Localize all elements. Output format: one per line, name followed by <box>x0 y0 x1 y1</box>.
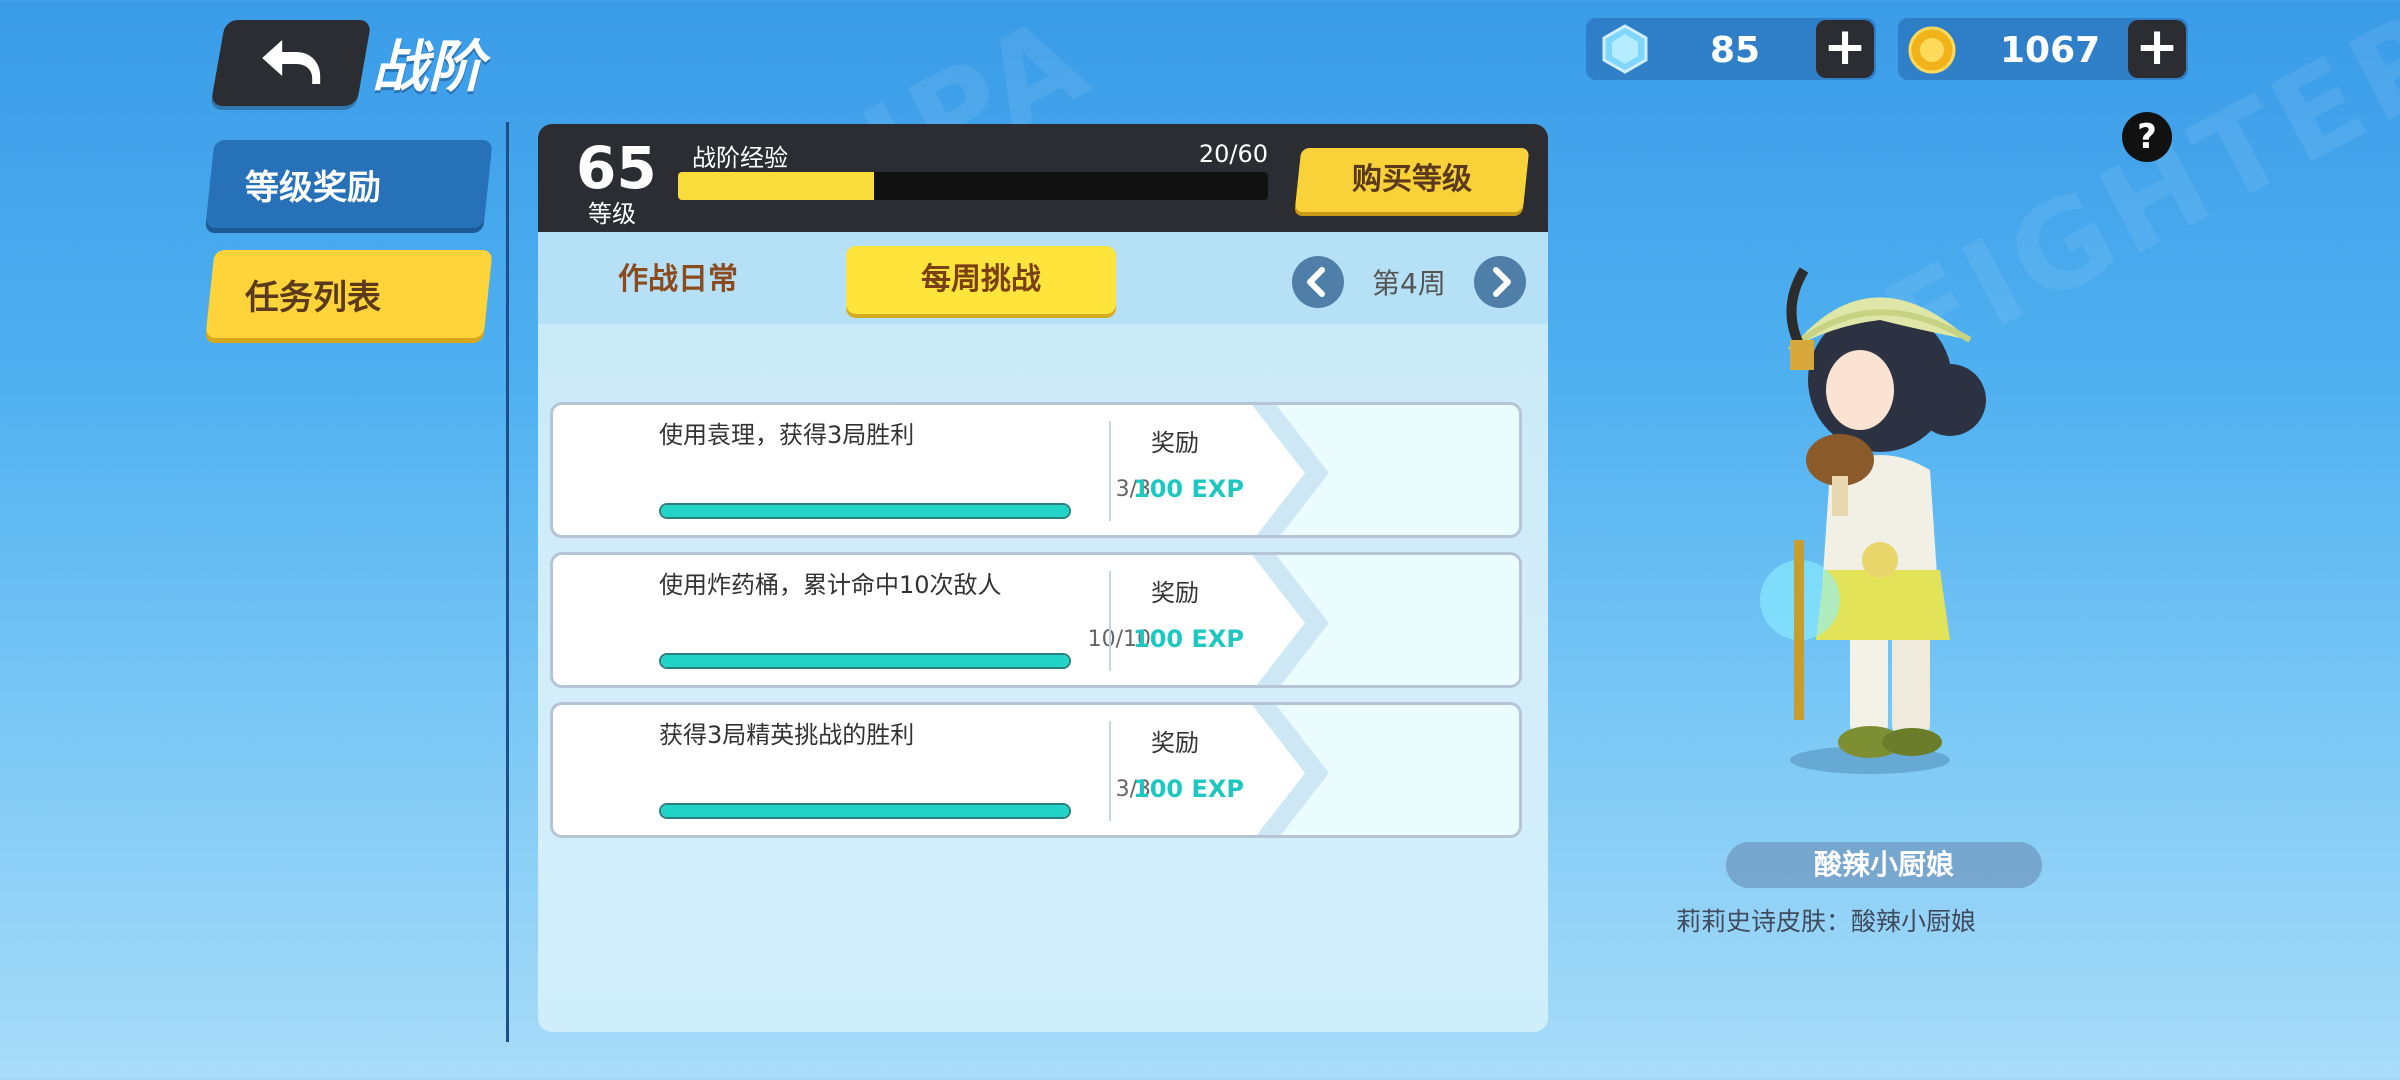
task-title: 使用炸药桶，累计命中10次敌人 <box>659 571 1002 599</box>
sidebar-item-label: 等级奖励 <box>244 168 381 208</box>
character-name: 酸辣小厨娘 <box>1726 842 2042 888</box>
task-divider <box>1109 721 1111 821</box>
week-label: 第4周 <box>1372 267 1446 300</box>
task-progress-bar <box>659 503 1071 519</box>
task-card: 使用炸药桶，累计命中10次敌人 10/10 奖励 100 EXP <box>550 552 1522 688</box>
chevron-left-icon <box>1307 267 1325 297</box>
reward-label: 奖励 <box>1151 579 1199 607</box>
prev-week-button[interactable] <box>1292 256 1344 308</box>
tab-daily[interactable]: 作战日常 <box>598 246 758 314</box>
buy-level-button[interactable]: 购买等级 <box>1294 148 1530 212</box>
reward-label: 奖励 <box>1151 729 1199 757</box>
task-panel: 65 等级 战阶经验 20/60 购买等级 作战日常 每周挑战 第4周 使用袁理… <box>538 124 1548 1032</box>
coin-currency: 1067 + <box>1898 18 2188 80</box>
back-button[interactable] <box>210 20 372 106</box>
level-header: 65 等级 战阶经验 20/60 购买等级 <box>538 124 1548 232</box>
task-progress-fill <box>661 805 1069 817</box>
task-progress-bar <box>659 653 1071 669</box>
task-card: 使用袁理，获得3局胜利 3/3 奖励 100 EXP <box>550 402 1522 538</box>
gem-amount: 85 <box>1710 30 1761 71</box>
exp-progress-fill <box>678 172 875 200</box>
add-coins-button[interactable]: + <box>2128 20 2186 78</box>
reward-value: 100 EXP <box>1133 475 1244 503</box>
coin-amount: 1067 <box>2000 30 2101 71</box>
exp-progress-bar <box>678 172 1268 200</box>
sidebar-divider <box>506 122 509 1042</box>
task-card: 获得3局精英挑战的胜利 3/3 奖励 100 EXP <box>550 702 1522 838</box>
sidebar-item-level-rewards[interactable]: 等级奖励 <box>205 140 493 228</box>
help-button[interactable]: ? <box>2122 112 2172 162</box>
reward-value: 100 EXP <box>1133 625 1244 653</box>
task-progress-bar <box>659 803 1071 819</box>
sidebar-item-label: 任务列表 <box>244 278 381 318</box>
task-count: 3/3 <box>1115 777 1151 802</box>
character-model <box>1760 267 1986 774</box>
sidebar-item-task-list[interactable]: 任务列表 <box>205 250 493 338</box>
task-title: 获得3局精英挑战的胜利 <box>659 721 915 749</box>
reward-label: 奖励 <box>1151 429 1199 457</box>
task-count: 3/3 <box>1115 477 1151 502</box>
level-number: 65 <box>576 134 657 202</box>
buy-level-label: 购买等级 <box>1352 162 1472 197</box>
character-description: 莉莉史诗皮肤：酸辣小厨娘 <box>1676 907 1977 936</box>
exp-value: 20/60 <box>1198 140 1268 168</box>
back-arrow-icon <box>262 40 321 84</box>
level-label: 等级 <box>588 200 636 228</box>
page-title: 战阶 <box>372 35 484 100</box>
tab-weekly[interactable]: 每周挑战 <box>846 246 1116 314</box>
gem-currency: 85 + <box>1586 18 1876 80</box>
chevron-right-icon <box>1493 267 1511 297</box>
reward-value: 100 EXP <box>1133 775 1244 803</box>
task-title: 使用袁理，获得3局胜利 <box>659 421 915 449</box>
exp-label: 战阶经验 <box>692 144 788 172</box>
add-gems-button[interactable]: + <box>1816 20 1874 78</box>
task-count: 10/10 <box>1087 627 1151 652</box>
task-divider <box>1109 421 1111 521</box>
coin-icon <box>1908 26 1956 74</box>
task-progress-fill <box>661 655 1069 667</box>
next-week-button[interactable] <box>1474 256 1526 308</box>
gem-icon <box>1602 24 1648 74</box>
task-divider <box>1109 571 1111 671</box>
task-progress-fill <box>661 505 1069 517</box>
